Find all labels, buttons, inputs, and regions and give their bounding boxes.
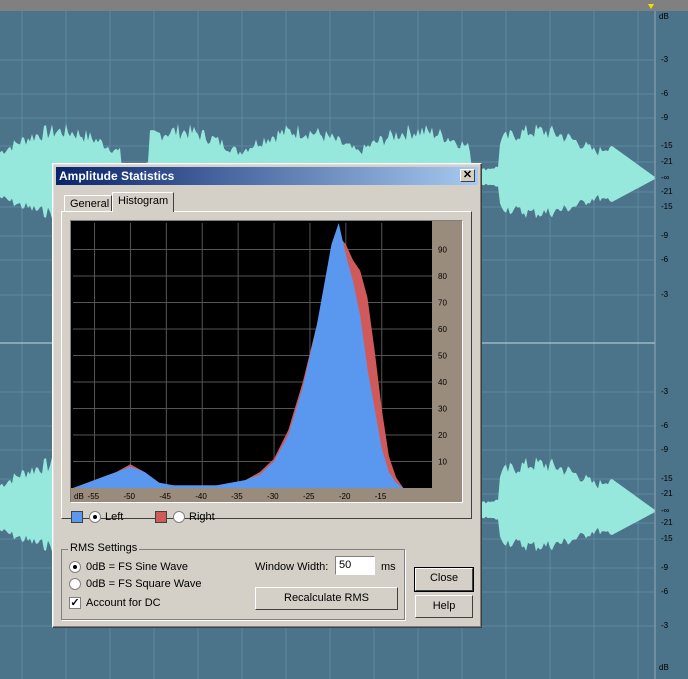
histogram-chart: -55 -50 -45 -40 -35 -30 -25 -20 -15 10 20 30 40 50 60 7…	[71, 221, 463, 504]
db-tick-label: -9	[661, 231, 669, 240]
sine-wave-radio[interactable]	[69, 561, 81, 573]
window-width-unit: ms	[381, 561, 396, 573]
db-tick-label: -21	[661, 157, 673, 166]
db-tick-label: -6	[661, 255, 669, 264]
x-tick-label: -35	[231, 492, 243, 501]
db-tick-label: -15	[661, 474, 673, 483]
db-tick-label: -21	[661, 518, 673, 527]
dialog-titlebar[interactable]: Amplitude Statistics ✕	[56, 167, 478, 185]
close-icon[interactable]: ✕	[460, 169, 475, 182]
db-tick-label: -3	[661, 290, 669, 299]
tab-general[interactable]: General	[64, 195, 112, 212]
dialog-title: Amplitude Statistics	[59, 169, 175, 183]
y-tick-label: 10	[438, 458, 447, 467]
db-tick-label: -6	[661, 587, 669, 596]
tab-histogram[interactable]: Histogram	[112, 192, 174, 212]
x-tick-label: -25	[303, 492, 315, 501]
db-tick-label: -9	[661, 113, 669, 122]
x-tick-label: -30	[267, 492, 279, 501]
db-tick-label: -9	[661, 445, 669, 454]
db-tick-label: -∞	[661, 173, 670, 182]
amplitude-statistics-dialog: Amplitude Statistics ✕ General Histogram…	[52, 163, 482, 628]
db-tick-label: -15	[661, 534, 673, 543]
db-tick-label: -∞	[661, 506, 670, 515]
db-tick-label: -15	[661, 141, 673, 150]
right-color-swatch[interactable]	[155, 511, 167, 523]
db-tick-label: -6	[661, 89, 669, 98]
db-tick-label: -3	[661, 387, 669, 396]
help-button[interactable]: Help	[415, 595, 473, 618]
histogram-plot: -55 -50 -45 -40 -35 -30 -25 -20 -15 10 20 30 40 50 60 7…	[70, 220, 463, 504]
db-tick-label: -3	[661, 621, 669, 630]
left-color-swatch[interactable]	[71, 511, 83, 523]
y-tick-label: 30	[438, 405, 447, 414]
window-width-input[interactable]: 50	[335, 556, 375, 575]
db-tick-label: -15	[661, 202, 673, 211]
rms-settings-label: RMS Settings	[68, 542, 140, 554]
x-tick-label: -55	[88, 492, 100, 501]
y-tick-label: 70	[438, 299, 447, 308]
y-axis-strip	[432, 221, 463, 502]
y-tick-label: 60	[438, 325, 447, 334]
x-tick-label: -20	[339, 492, 351, 501]
square-wave-radio[interactable]	[69, 578, 81, 590]
left-channel-radio[interactable]	[89, 511, 101, 523]
db-tick-label: -6	[661, 421, 669, 430]
left-channel-label: Left	[105, 511, 124, 523]
db-tick-label: -9	[661, 563, 669, 572]
right-channel-label: Right	[189, 511, 215, 523]
y-tick-label: 40	[438, 378, 447, 387]
account-dc-label: Account for DC	[86, 597, 161, 609]
db-tick-label: -21	[661, 187, 673, 196]
y-tick-label: 80	[438, 272, 447, 281]
x-tick-label: -50	[123, 492, 135, 501]
y-tick-label: 90	[438, 246, 447, 255]
sine-wave-label: 0dB = FS Sine Wave	[86, 561, 189, 573]
db-tick-label: -3	[661, 55, 669, 64]
x-tick-label: -15	[375, 492, 387, 501]
y-tick-label: 20	[438, 431, 447, 440]
db-tick-label: -21	[661, 489, 673, 498]
x-tick-label: -45	[159, 492, 171, 501]
db-ruler: dB -3 -6 -9 -15 -21 -∞ -21 -15 -9 -6 -3 -3 -6 -9 -15 -…	[656, 11, 688, 679]
window-width-label: Window Width:	[255, 561, 329, 573]
db-unit-label: dB	[659, 663, 669, 672]
square-wave-label: 0dB = FS Square Wave	[86, 578, 202, 590]
account-dc-checkbox[interactable]: ✓	[69, 597, 81, 609]
recalculate-rms-button[interactable]: Recalculate RMS	[255, 587, 398, 610]
x-axis-label: dB	[74, 492, 84, 501]
right-channel-radio[interactable]	[173, 511, 185, 523]
db-unit-label: dB	[659, 12, 669, 21]
y-tick-label: 50	[438, 352, 447, 361]
close-button[interactable]: Close	[414, 567, 474, 592]
x-tick-label: -40	[195, 492, 207, 501]
